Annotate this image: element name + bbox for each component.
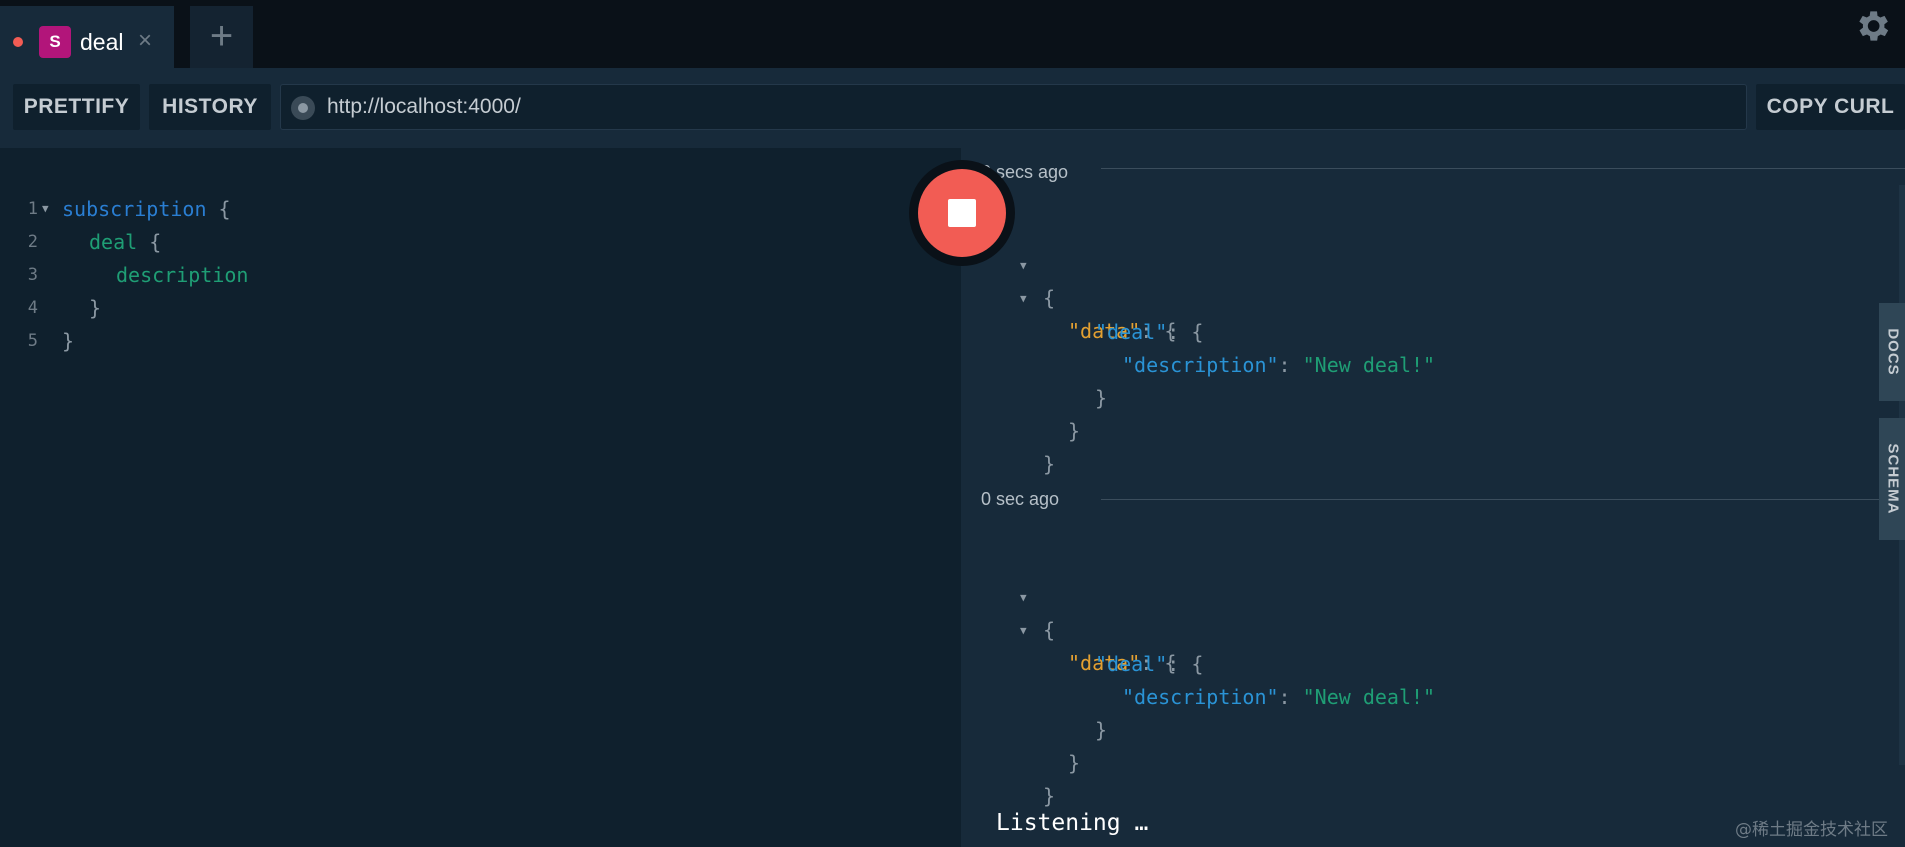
line-number: 3 xyxy=(27,265,38,285)
json-line: "description": "New deal!" xyxy=(1122,685,1436,709)
tab-label: deal xyxy=(80,29,124,55)
watermark: @稀土掘金技术社区 xyxy=(1735,820,1888,840)
stop-subscription-button[interactable] xyxy=(918,169,1006,257)
code-line: 1 ▼ subscription { xyxy=(0,193,961,225)
endpoint-url-text[interactable]: http://localhost:4000/ xyxy=(327,85,521,129)
endpoint-url-input[interactable]: http://localhost:4000/ xyxy=(280,84,1747,130)
plus-icon: + xyxy=(209,14,234,58)
code-line: 4 } xyxy=(0,292,961,324)
json-line: "deal": { xyxy=(1095,652,1204,676)
code-field: description xyxy=(116,263,249,287)
execute-button-ring xyxy=(909,160,1015,266)
code-punctuation: } xyxy=(62,329,75,353)
toolbar: PRETTIFY HISTORY http://localhost:4000/ … xyxy=(0,68,1905,148)
docs-tab[interactable]: DOCS xyxy=(1879,303,1905,401)
line-number: 2 xyxy=(27,232,38,252)
tab-bar: S deal × + xyxy=(0,0,1905,68)
code-field: deal xyxy=(89,230,138,254)
line-number: 4 xyxy=(27,298,38,318)
stop-icon xyxy=(948,199,976,227)
json-line: } xyxy=(1068,419,1081,443)
fold-arrow-icon[interactable]: ▼ xyxy=(42,193,49,225)
code-keyword: subscription xyxy=(62,197,207,221)
code-line: 3 description xyxy=(0,259,961,291)
json-line: ▼ { xyxy=(961,218,1861,310)
json-line: ▼ "data": { xyxy=(961,251,1861,343)
code-line: 5 } xyxy=(0,325,961,357)
divider xyxy=(1101,499,1905,500)
code-punctuation: { xyxy=(206,197,231,221)
json-line: } xyxy=(1095,718,1108,742)
connection-status-icon xyxy=(291,96,315,120)
schema-tab[interactable]: SCHEMA xyxy=(1879,418,1905,540)
line-number: 5 xyxy=(27,331,38,351)
copy-curl-button[interactable]: COPY CURL xyxy=(1756,84,1905,130)
json-line: } xyxy=(1068,751,1081,775)
subscription-badge: S xyxy=(39,26,71,58)
code-punctuation: { xyxy=(137,230,162,254)
code-line: 2 deal { xyxy=(0,226,961,258)
query-editor[interactable]: 1 ▼ subscription { 2 deal { 3 descriptio… xyxy=(0,148,961,847)
json-line: "description": "New deal!" xyxy=(1122,353,1436,377)
listening-status: Listening … xyxy=(996,810,1149,836)
divider xyxy=(1101,168,1905,169)
close-icon[interactable]: × xyxy=(138,27,152,55)
results-pane: 0 secs ago ▼ { ▼ "data": { "deal": { "de… xyxy=(961,148,1905,847)
json-line: ▼ "data": { xyxy=(961,583,1861,675)
history-button[interactable]: HISTORY xyxy=(149,84,271,130)
gear-icon[interactable] xyxy=(1852,6,1892,46)
line-number: 1 xyxy=(27,199,38,219)
new-tab-button[interactable]: + xyxy=(190,6,253,68)
json-line: } xyxy=(1043,452,1056,476)
json-line: "deal": { xyxy=(1095,320,1204,344)
json-line: } xyxy=(1095,386,1108,410)
code-punctuation: } xyxy=(89,296,102,320)
unsaved-dot xyxy=(13,37,23,47)
tab-deal[interactable]: S deal × xyxy=(0,6,174,68)
json-line: ▼ { xyxy=(961,550,1861,642)
result-timestamp: 0 sec ago xyxy=(981,489,1060,509)
json-line: } xyxy=(1043,784,1056,808)
prettify-button[interactable]: PRETTIFY xyxy=(13,84,140,130)
